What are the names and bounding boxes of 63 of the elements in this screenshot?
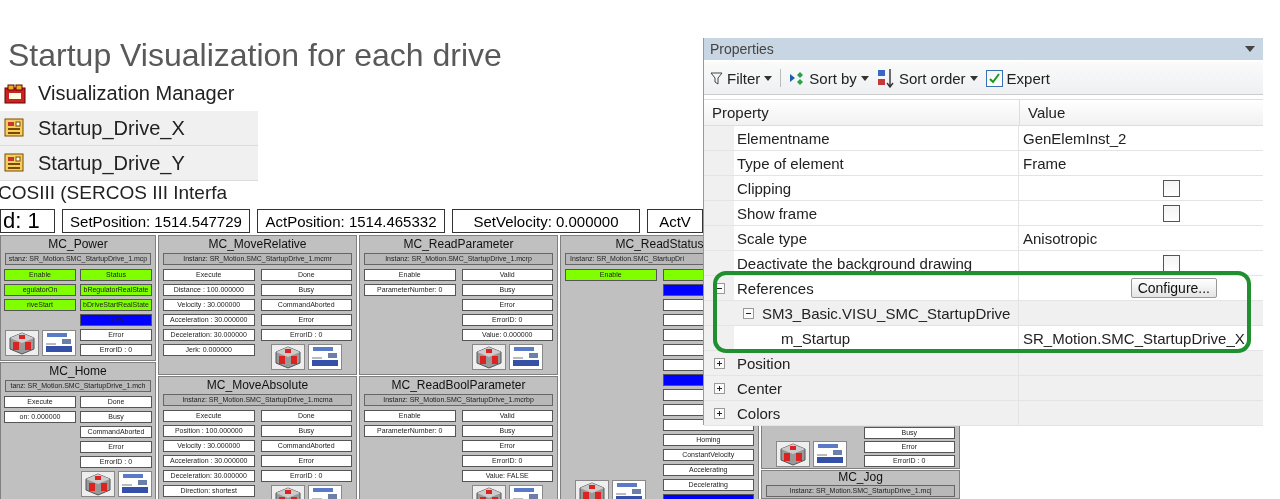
expert-checkbox[interactable] — [985, 69, 1003, 87]
filter-icon — [710, 71, 723, 85]
cube-icon — [270, 344, 305, 370]
status-field: ActPosition: 1514.465332 — [257, 209, 445, 233]
logo-badge — [307, 344, 342, 370]
tree-item[interactable]: Startup_Drive_X — [0, 111, 258, 146]
configure-button[interactable]: Configure... — [1130, 278, 1217, 298]
property-name: Clipping — [737, 179, 792, 197]
caret-icon — [764, 75, 773, 81]
caret-icon — [969, 75, 978, 81]
property-name: SM3_Basic.VISU_SMC_StartupDrive — [762, 304, 1011, 322]
logo-badge — [41, 330, 76, 356]
status-field: SetPosition: 1514.547729 — [62, 209, 250, 233]
property-name: Colors — [737, 404, 781, 422]
toolbar-button[interactable]: Sort by — [789, 69, 869, 87]
toolbar-button[interactable]: Filter — [710, 69, 773, 87]
tree-item[interactable]: Visualization Manager — [0, 76, 258, 111]
property-value: Frame — [1023, 154, 1067, 172]
property-name: Center — [737, 379, 783, 397]
block-title: MC_Jog — [837, 471, 884, 484]
property-name: Position — [737, 354, 791, 372]
block-title: MC_Home — [48, 363, 108, 379]
status-field: ActV — [647, 209, 703, 233]
property-value: SR_Motion.SMC_StartupDrive_X — [1023, 329, 1245, 347]
dropdown-icon[interactable] — [1245, 46, 1255, 52]
block-title: MC_Power — [47, 236, 109, 252]
status-field: d: 1 — [0, 209, 55, 233]
checkbox[interactable] — [1162, 254, 1180, 272]
property-name: Elementname — [737, 129, 830, 147]
cube-icon — [471, 344, 506, 370]
column-header[interactable]: Value — [1020, 104, 1066, 121]
property-name: m_Startup — [781, 329, 851, 347]
cube-icon — [4, 330, 39, 356]
block-title: MC_MoveAbsolute — [205, 377, 310, 393]
toolbar-button[interactable]: Expert — [985, 69, 1050, 87]
visualization-icon — [4, 118, 26, 138]
panel-title: Properties — [710, 41, 774, 57]
property-value: Anisotropic — [1023, 229, 1098, 247]
property-name: References — [737, 279, 814, 297]
block-title: MC_ReadBoolParameter — [390, 377, 527, 393]
expand-icon[interactable] — [713, 357, 725, 369]
sort-order-icon — [876, 68, 895, 88]
visualization-manager-icon — [4, 83, 26, 104]
checkbox[interactable] — [1162, 179, 1180, 197]
toolbar-button[interactable]: Sort order — [876, 68, 978, 88]
slide-title: Startup Visualization for each drive — [8, 36, 502, 74]
expand-icon[interactable] — [713, 382, 725, 394]
expand-icon[interactable] — [713, 407, 725, 419]
property-name: Show frame — [737, 204, 818, 222]
property-name: Type of element — [737, 154, 844, 172]
caret-icon — [860, 75, 869, 81]
visualization-icon — [4, 153, 26, 173]
sort-icon — [789, 70, 806, 86]
collapse-icon[interactable] — [743, 307, 754, 319]
property-value: GenElemInst_2 — [1023, 129, 1127, 147]
tree-item[interactable]: Startup_Drive_Y — [0, 146, 258, 181]
status-field: SetVelocity: 0.000000 — [452, 209, 640, 233]
column-header[interactable]: Property — [704, 104, 769, 121]
checkbox[interactable] — [1162, 204, 1180, 222]
logo-badge — [508, 344, 543, 370]
block-title: MC_ReadParameter — [402, 236, 515, 252]
block-title: MC_MoveRelative — [207, 236, 308, 252]
property-name: Scale type — [737, 229, 808, 247]
